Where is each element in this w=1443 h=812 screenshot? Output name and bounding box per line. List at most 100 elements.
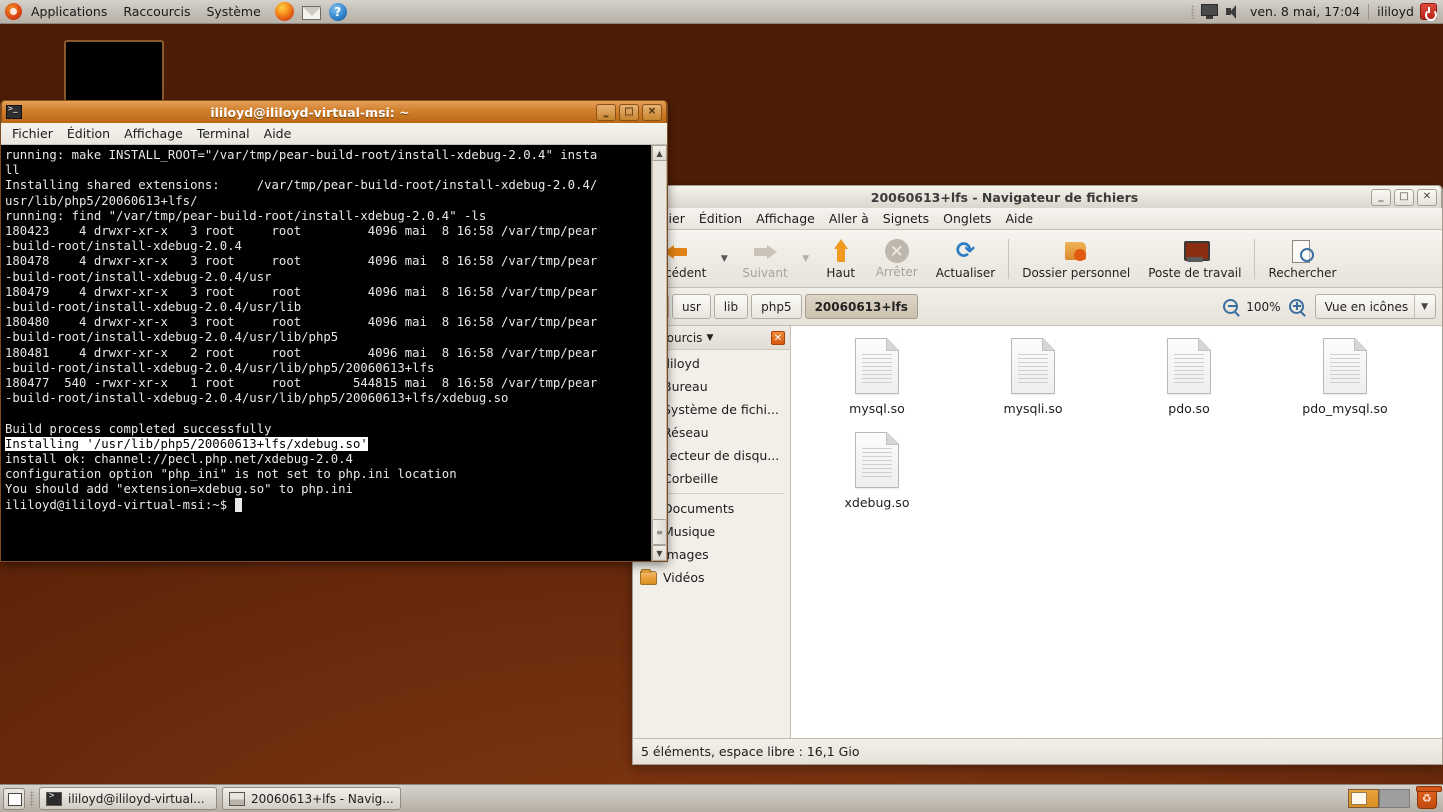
taskbar-item-file-manager[interactable]: 20060613+lfs - Navig... — [222, 787, 401, 810]
workspace-1[interactable] — [1348, 789, 1379, 808]
breadcrumb-php5[interactable]: php5 — [751, 294, 801, 319]
taskbar-item-terminal[interactable]: ililoyd@ililoyd-virtual... — [39, 787, 217, 810]
file-grid: mysql.so mysqli.so pdo.so pdo_mysql — [791, 326, 1442, 538]
file-item[interactable]: pdo_mysql.so — [1267, 338, 1423, 416]
bottom-panel: ililoyd@ililoyd-virtual... 20060613+lfs … — [0, 784, 1443, 812]
username-label[interactable]: ililoyd — [1377, 4, 1414, 19]
close-button[interactable]: ✕ — [1417, 189, 1437, 206]
file-label: mysqli.so — [1003, 401, 1062, 416]
taskbar-item-label: ililoyd@ililoyd-virtual... — [68, 792, 205, 806]
menu-file[interactable]: Fichier — [5, 124, 60, 143]
menu-help[interactable]: Aide — [257, 124, 299, 143]
sidebar-item-label: Documents — [663, 501, 734, 516]
folder-icon — [640, 571, 657, 585]
minimize-button[interactable]: _ — [1371, 189, 1391, 206]
terminal-body[interactable]: running: make INSTALL_ROOT="/var/tmp/pea… — [1, 145, 667, 561]
reload-button[interactable]: ⟳ Actualiser — [927, 236, 1005, 282]
file-item[interactable]: mysql.so — [799, 338, 955, 416]
view-mode-select[interactable]: Vue en icônes ▼ — [1315, 294, 1436, 319]
document-icon — [855, 432, 899, 488]
computer-icon — [1182, 238, 1208, 264]
ubuntu-logo-icon[interactable] — [5, 3, 22, 20]
close-button[interactable]: ✕ — [642, 104, 662, 121]
home-button-label: Dossier personnel — [1022, 266, 1130, 280]
back-history-dropdown[interactable]: ▼ — [715, 240, 733, 278]
clock[interactable]: ven. 8 mai, 17:04 — [1250, 4, 1360, 19]
search-button[interactable]: Rechercher — [1259, 236, 1345, 282]
sidebar-close-button[interactable]: ✕ — [771, 331, 785, 345]
panel-status-area: ven. 8 mai, 17:04 ililoyd — [1191, 3, 1443, 20]
workspace-2[interactable] — [1379, 789, 1410, 808]
file-manager-window-buttons: _ □ ✕ — [1371, 189, 1437, 206]
minimize-button[interactable]: _ — [596, 104, 616, 121]
menu-view[interactable]: Affichage — [749, 209, 822, 228]
terminal-menubar: Fichier Édition Affichage Terminal Aide — [1, 123, 667, 145]
menu-terminal[interactable]: Terminal — [190, 124, 257, 143]
arrow-up-icon — [828, 238, 854, 264]
terminal-titlebar[interactable]: ililoyd@ililoyd-virtual-msi: ~ _ □ ✕ — [1, 100, 667, 123]
sidebar-item-label: Images — [663, 547, 709, 562]
trash-icon[interactable] — [1417, 788, 1437, 809]
monitor-icon[interactable] — [1201, 4, 1218, 19]
file-item[interactable]: mysqli.so — [955, 338, 1111, 416]
file-manager-menubar: Fichier Édition Affichage Aller à Signet… — [633, 208, 1442, 230]
forward-history-dropdown[interactable]: ▼ — [797, 240, 815, 278]
menu-view[interactable]: Affichage — [117, 124, 190, 143]
menu-go[interactable]: Aller à — [822, 209, 876, 228]
document-icon — [1323, 338, 1367, 394]
terminal-window[interactable]: ililoyd@ililoyd-virtual-msi: ~ _ □ ✕ Fic… — [0, 100, 668, 562]
scroll-down-arrow-icon[interactable]: ▼ — [652, 545, 667, 561]
sidebar-item-label: ililoyd — [663, 356, 700, 371]
background-terminal-window[interactable] — [64, 40, 164, 108]
menu-applications[interactable]: Applications — [23, 2, 115, 21]
menu-places[interactable]: Raccourcis — [115, 2, 198, 21]
chevron-down-icon: ▼ — [1421, 302, 1435, 312]
sidebar-item-videos[interactable]: Vidéos — [633, 566, 790, 589]
breadcrumb-usr[interactable]: usr — [672, 294, 711, 319]
search-button-label: Rechercher — [1268, 266, 1336, 280]
forward-button[interactable]: Suivant — [733, 236, 796, 282]
home-folder-icon — [1063, 238, 1089, 264]
file-item[interactable]: xdebug.so — [799, 432, 955, 510]
file-manager-titlebar[interactable]: 20060613+lfs - Navigateur de fichiers _ … — [633, 185, 1442, 208]
zoom-in-icon[interactable] — [1289, 299, 1304, 314]
maximize-button[interactable]: □ — [619, 104, 639, 121]
breadcrumb-lib[interactable]: lib — [714, 294, 748, 319]
stop-button[interactable]: ✕ Arrêter — [867, 236, 927, 281]
volume-icon[interactable] — [1225, 4, 1242, 19]
file-view[interactable]: mysql.so mysqli.so pdo.so pdo_mysql — [791, 326, 1442, 738]
mail-icon[interactable] — [302, 6, 321, 20]
file-manager-icon — [229, 792, 245, 806]
menu-help[interactable]: Aide — [998, 209, 1040, 228]
maximize-button[interactable]: □ — [1394, 189, 1414, 206]
computer-button[interactable]: Poste de travail — [1139, 236, 1250, 282]
file-item[interactable]: pdo.so — [1111, 338, 1267, 416]
file-manager-window[interactable]: 20060613+lfs - Navigateur de fichiers _ … — [632, 185, 1443, 765]
home-button[interactable]: Dossier personnel — [1013, 236, 1139, 282]
file-label: mysql.so — [849, 401, 905, 416]
breadcrumb-current[interactable]: 20060613+lfs — [805, 294, 918, 319]
scrollbar-track[interactable] — [652, 161, 667, 519]
menu-bookmarks[interactable]: Signets — [876, 209, 936, 228]
terminal-title: ililoyd@ililoyd-virtual-msi: ~ — [24, 105, 596, 120]
stop-icon: ✕ — [885, 239, 909, 263]
scroll-up-arrow-icon[interactable]: ▲ — [652, 145, 667, 161]
firefox-icon[interactable] — [275, 2, 294, 21]
help-icon[interactable]: ? — [329, 3, 347, 21]
menu-tabs[interactable]: Onglets — [936, 209, 998, 228]
menu-edit[interactable]: Édition — [60, 124, 117, 143]
panel-divider — [1368, 4, 1369, 20]
workspace-switcher[interactable] — [1348, 788, 1440, 809]
menu-system[interactable]: Système — [198, 2, 268, 21]
terminal-scrollbar[interactable]: ▲ ≡ ▼ — [651, 145, 667, 561]
sidebar-item-label: Musique — [663, 524, 715, 539]
toolbar-divider — [1008, 239, 1009, 279]
zoom-out-icon[interactable] — [1223, 299, 1238, 314]
show-desktop-button[interactable] — [3, 788, 25, 810]
terminal-output[interactable]: running: make INSTALL_ROOT="/var/tmp/pea… — [1, 145, 651, 561]
scrollbar-thumb[interactable]: ≡ — [652, 519, 667, 545]
location-bar: usr lib php5 20060613+lfs 100% Vue en ic… — [633, 288, 1442, 326]
up-button[interactable]: Haut — [815, 236, 867, 282]
menu-edit[interactable]: Édition — [692, 209, 749, 228]
power-icon[interactable] — [1420, 3, 1437, 20]
